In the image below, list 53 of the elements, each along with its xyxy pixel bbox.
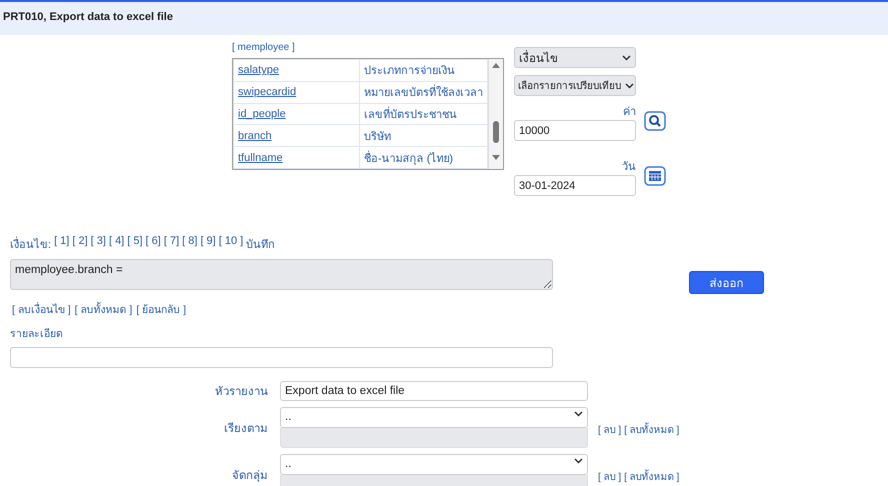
condition-link[interactable]: [ 7] <box>164 235 180 253</box>
condition-link[interactable]: [ 2] <box>72 235 88 253</box>
select-label: เรียงตาม <box>223 421 268 437</box>
field-link[interactable]: branch <box>238 130 272 142</box>
detail-field[interactable] <box>10 347 553 368</box>
field-description: ประเภทการจ่ายเงิน <box>360 60 488 82</box>
value-field[interactable]: 10000 <box>514 120 636 141</box>
condition-link[interactable]: [ 5] <box>127 235 143 253</box>
field-listbox[interactable]: salatype ประเภทการจ่ายเงิน swipecardid หมายเลขบัตรที่ใช้ลงเวลา id_people เลขที่บัตรประชาชน branch บริษัท tfullname ชื่อ-นามสกุล (ไทย) <box>232 58 504 170</box>
detail-label: รายละเอียด <box>10 327 64 342</box>
calendar-icon[interactable] <box>644 166 666 186</box>
table-name-link[interactable]: [ memployee ] <box>232 42 504 53</box>
field-dropdown[interactable]: .. <box>280 454 588 475</box>
remove-link[interactable]: [ ลบ ] <box>598 422 622 437</box>
compare-dropdown[interactable]: เลือกรายการเปรียบเทียบ <box>514 75 636 96</box>
remove-link[interactable]: [ ลบทั้งหมด ] <box>624 422 680 437</box>
chevron-icon <box>574 411 583 417</box>
scrollbar[interactable] <box>488 59 503 169</box>
chevron-icon <box>625 82 634 88</box>
field-link[interactable]: salatype <box>238 64 279 76</box>
condition-link[interactable]: [ 9] <box>200 235 216 253</box>
action-link[interactable]: [ ลบเงื่อนไข ] <box>12 301 71 318</box>
field-description: เลขที่บัตรประชาชน <box>360 103 488 125</box>
save-link[interactable]: บันทึก <box>246 235 276 253</box>
remove-link[interactable]: [ ลบ ] <box>598 469 622 484</box>
condition-link[interactable]: [ 3] <box>90 235 106 253</box>
value-label: ค่า <box>622 105 636 120</box>
chevron-icon <box>574 458 583 464</box>
action-link[interactable]: [ ลบทั้งหมด ] <box>74 301 132 318</box>
page-title: PRT010, Export data to excel file <box>2 10 174 23</box>
search-icon[interactable] <box>644 111 666 131</box>
field-description: ชื่อ-นามสกุล (ไทย) <box>360 146 488 168</box>
date-label: วัน <box>621 160 636 175</box>
condition-expression[interactable]: memployee.branch = <box>10 259 553 290</box>
condition-link[interactable]: [ 8] <box>182 235 198 253</box>
condition-link[interactable]: [ 6] <box>146 235 161 253</box>
action-link[interactable]: [ ย้อนกลับ ] <box>136 301 186 318</box>
remove-link[interactable]: [ ลบทั้งหมด ] <box>624 469 680 484</box>
report-title-label: หัวรายงาน <box>214 385 268 400</box>
condition-link[interactable]: [ 1] <box>54 235 70 253</box>
field-description: บริษัท <box>360 124 488 147</box>
select-label: จัดกลุ่ม <box>231 469 268 484</box>
export-button[interactable]: ส่งออก <box>689 271 764 294</box>
field-dropdown[interactable]: .. <box>280 407 588 428</box>
condition-link[interactable]: [ 10 ] <box>218 235 244 253</box>
selected-fields-box[interactable] <box>280 428 588 448</box>
condition-link[interactable]: [ 4] <box>108 235 124 253</box>
conditions-label: เงื่อนไข: <box>10 235 52 253</box>
report-title-field[interactable]: Export data to excel file <box>280 381 588 401</box>
chevron-icon <box>622 54 631 60</box>
date-field[interactable]: 30-01-2024 <box>514 175 636 196</box>
field-description: หมายเลขบัตรที่ใช้ลงเวลา <box>360 81 488 104</box>
condition-dropdown[interactable]: เงื่อนไข <box>514 47 636 68</box>
